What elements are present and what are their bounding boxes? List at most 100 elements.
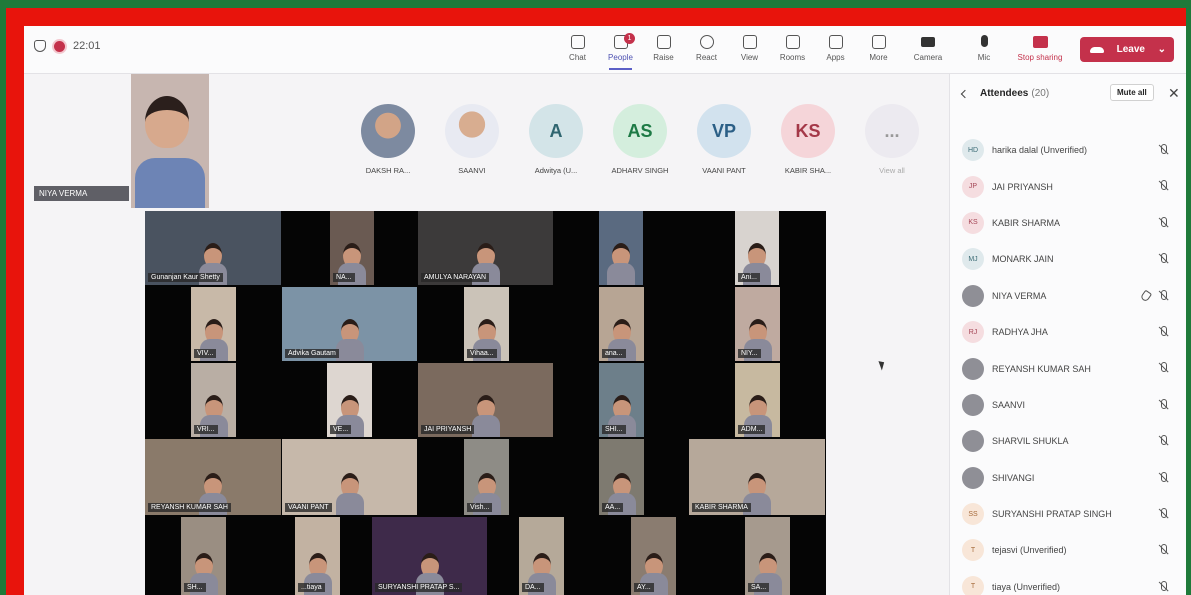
attendee-name: NIYA VERMA [992,290,1047,301]
strip-attendee[interactable]: VP VAANI PANT [682,104,766,175]
video-tile[interactable]: NA... [330,211,374,285]
leave-button[interactable]: Leave ⌄ [1080,37,1174,62]
video-tile[interactable]: VRI... [191,363,236,437]
camera-button[interactable]: Camera [902,32,954,68]
video-tile[interactable]: NIY... [735,287,780,361]
meeting-toolbar: 22:01 Chat 1 People Raise React View Rooms Apps… [24,26,1186,74]
video-tile-name: Gunanjan Kaur Shetty [148,273,223,282]
attendee-row[interactable]: SHIVANGI [962,460,1180,496]
back-chevron-icon[interactable] [960,89,970,98]
attendee-row[interactable]: JP JAI PRIYANSH [962,168,1180,204]
toolbar-people-button[interactable]: 1 People [599,32,642,70]
strip-attendee[interactable]: AS ADHARV SINGH [598,104,682,175]
mute-all-button[interactable]: Mute all [1110,84,1154,101]
close-icon[interactable]: ✕ [1168,85,1180,102]
strip-attendee-name: ADHARV SINGH [611,166,669,175]
strip-attendee[interactable]: SAANVI [430,104,514,175]
mic-off-icon[interactable] [1158,253,1168,265]
participant-video-figure [607,243,635,285]
attendee-list: HD harika dalal (Unverified) JP JAI PRIYANS… [962,132,1180,595]
toolbar-label: View [740,53,759,62]
mic-off-icon[interactable] [1158,580,1168,593]
avatar-initials: ... [865,104,919,158]
mic-button[interactable]: Mic [958,32,1010,68]
attendee-row[interactable]: SHARVIL SHUKLA [962,423,1180,459]
attendee-row[interactable]: KS KABIR SHARMA [962,205,1180,241]
toolbar-label: Raise [653,53,674,62]
attendee-row[interactable]: SS SURYANSHI PRATAP SINGH [962,496,1180,532]
mic-off-icon[interactable] [1158,362,1168,374]
participant-video-figure [335,473,364,515]
video-tile-name: ...tiaya [298,583,325,592]
mic-off-icon[interactable] [1158,507,1168,520]
toolbar-react-button[interactable]: React [685,32,728,68]
video-tile[interactable]: VIV... [191,287,236,361]
attendee-row[interactable]: NIYA VERMA [962,278,1180,314]
attendee-row[interactable]: MJ MONARK JAIN [962,241,1180,277]
video-tile[interactable] [599,211,643,285]
video-tile[interactable]: REYANSH KUMAR SAH [145,439,281,515]
video-tile[interactable]: AY... [631,517,676,595]
mic-off-icon[interactable] [1158,144,1168,156]
plus-icon [828,35,843,49]
participant-video-figure [335,319,364,361]
chevron-down-icon[interactable]: ⌄ [1158,44,1166,55]
video-tile[interactable]: Gunanjan Kaur Shetty [145,211,281,285]
avatar-initials: HD [962,139,984,162]
video-tile[interactable]: KABIR SHARMA [689,439,825,515]
toolbar-rooms-button[interactable]: Rooms [771,32,814,68]
toolbar-label: Chat [569,53,586,62]
mic-off-icon[interactable] [1158,398,1168,411]
self-video-tile[interactable] [131,74,209,208]
attendee-row[interactable]: SAANVI [962,387,1180,423]
attendee-row[interactable]: RJ RADHYA JHA [962,314,1180,350]
video-tile[interactable]: SA... [745,517,790,595]
strip-attendee-name: Adwitya (U... [534,166,578,175]
toolbar-raise-button[interactable]: Raise [642,32,685,68]
toolbar-apps-button[interactable]: Apps [814,32,857,68]
video-tile[interactable]: Ani... [735,211,779,285]
pin-icon[interactable] [1139,289,1153,302]
attendee-name: REYANSH KUMAR SAH [992,363,1091,374]
video-tile[interactable]: SHI... [599,363,644,437]
mic-off-icon[interactable] [1158,544,1168,556]
video-tile[interactable]: SURYANSHI PRATAP S... [372,517,487,595]
mic-off-icon[interactable] [1158,435,1168,447]
attendee-row[interactable]: HD harika dalal (Unverified) [962,132,1180,168]
avatar-initials: VP [697,104,751,158]
video-tile[interactable]: SH... [181,517,226,595]
strip-attendee[interactable]: DAKSH RA... [346,104,430,175]
video-tile[interactable]: Vihaa... [464,287,509,361]
mic-off-icon[interactable] [1158,180,1168,192]
strip-attendee[interactable]: KS KABIR SHA... [766,104,850,175]
mic-off-icon[interactable] [1158,325,1168,338]
video-tile[interactable]: Vish... [464,439,509,515]
hand-icon [656,35,671,49]
mic-off-icon[interactable] [1158,471,1168,484]
video-tile[interactable]: JAI PRIYANSH [418,363,553,437]
video-tile[interactable]: ADM... [735,363,780,437]
view-all-button[interactable]: ... View all [850,104,934,175]
video-tile-name: SURYANSHI PRATAP S... [375,583,463,592]
video-tile[interactable]: ana... [599,287,644,361]
video-tile[interactable]: Advika Gautam [282,287,417,361]
video-tile[interactable]: VE... [327,363,372,437]
video-tile-name: Ani... [738,273,760,282]
video-tile[interactable]: AA... [599,439,644,515]
toolbar-chat-button[interactable]: Chat [556,32,599,68]
stop-sharing-button[interactable]: Stop sharing [1014,32,1066,68]
mic-off-icon[interactable] [1158,216,1168,229]
strip-attendee[interactable]: A Adwitya (U... [514,104,598,175]
video-tile[interactable]: ...tiaya [295,517,340,595]
attendee-row[interactable]: Ttejasvi (Unverified) [962,532,1180,568]
toolbar-view-button[interactable]: View [728,32,771,68]
avatar-initials: KS [962,211,984,234]
video-tile[interactable]: AMULYA NARAYAN [418,211,553,285]
attendee-row[interactable]: Ttiaya (Unverified) [962,569,1180,595]
video-tile[interactable]: DA... [519,517,564,595]
attendee-row[interactable]: REYANSH KUMAR SAH [962,350,1180,386]
video-tile[interactable]: VAANI PANT [282,439,417,515]
mic-off-icon[interactable] [1158,289,1168,302]
panel-header: Attendees (20) Mute all ✕ [960,84,1180,102]
toolbar-more-button[interactable]: More [857,32,900,68]
